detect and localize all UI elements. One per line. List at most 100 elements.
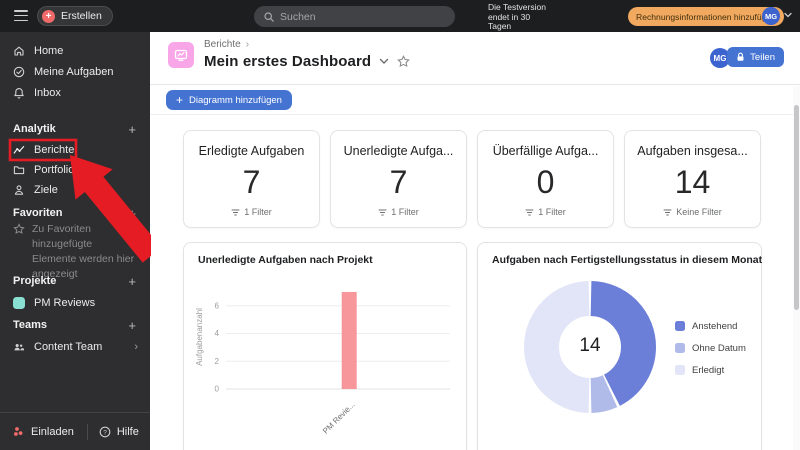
add-icon[interactable]: + [128, 318, 136, 333]
title-dropdown-chevron-icon[interactable] [379, 58, 389, 65]
help-button[interactable]: ? Hilfe [99, 426, 139, 438]
add-icon[interactable]: + [128, 206, 136, 221]
svg-text:6: 6 [215, 301, 220, 310]
sidebar-item-label: Home [34, 45, 64, 57]
sidebar-section-analytik: Analytik + [0, 120, 150, 138]
topbar: + Erstellen Suchen Die Testversion endet… [0, 0, 800, 32]
help-icon: ? [99, 426, 111, 437]
sidebar: Home Meine Aufgaben Inbox Analytik + Ber… [0, 32, 150, 450]
metric-title: Aufgaben insgesa... [637, 144, 748, 158]
metric-card-total[interactable]: Aufgaben insgesa... 14 Keine Filter [624, 130, 761, 228]
billing-info-button[interactable]: Rechnungsinformationen hinzufügen [628, 7, 784, 26]
help-label: Hilfe [116, 425, 139, 438]
user-avatar[interactable]: MG [762, 7, 780, 25]
add-chart-label: Diagramm hinzufügen [189, 94, 282, 106]
metric-title: Unerledigte Aufga... [343, 144, 454, 158]
sidebar-footer: Einladen ? Hilfe [0, 412, 150, 450]
metric-card-incomplete[interactable]: Unerledigte Aufga... 7 1 Filter [330, 130, 467, 228]
plus-icon: + [176, 93, 184, 107]
create-button[interactable]: + Erstellen [37, 6, 113, 26]
sidebar-item-berichte[interactable]: Berichte [0, 140, 150, 160]
share-button-label: Teilen [750, 51, 775, 63]
invite-dots-icon [14, 427, 23, 436]
filter-label: 1 Filter [538, 207, 566, 217]
section-label: Analytik [13, 123, 56, 135]
project-color-square [13, 297, 25, 309]
sidebar-item-home[interactable]: Home [0, 41, 150, 61]
lock-icon [737, 52, 744, 61]
svg-text:?: ? [103, 429, 107, 436]
donut-legend-swatch [675, 365, 685, 375]
metric-card-overdue[interactable]: Überfällige Aufga... 0 1 Filter [477, 130, 614, 228]
svg-text:2: 2 [215, 357, 220, 366]
metric-card-completed[interactable]: Erledigte Aufgaben 7 1 Filter [183, 130, 320, 228]
filter-icon [378, 209, 387, 215]
filter-label: 1 Filter [244, 207, 272, 217]
invite-label: Einladen [31, 425, 74, 438]
check-circle-icon [13, 66, 25, 78]
sidebar-item-label: Berichte [34, 144, 75, 156]
legend-item: Anstehend [675, 315, 746, 337]
invite-button[interactable]: Einladen [13, 426, 74, 438]
chart-title: Unerledigte Aufgaben nach Projekt [198, 254, 373, 266]
sidebar-item-pm-reviews[interactable]: PM Reviews [0, 293, 150, 313]
metric-filter[interactable]: 1 Filter [525, 207, 566, 217]
sidebar-item-ziele[interactable]: Ziele [0, 180, 150, 200]
donut-legend-swatch [675, 343, 685, 353]
create-button-label: Erstellen [61, 10, 102, 22]
sidebar-item-label: Ziele [34, 184, 58, 196]
team-icon [13, 341, 25, 353]
hamburger-menu-icon[interactable] [14, 10, 28, 22]
metric-value: 7 [389, 164, 408, 200]
sidebar-item-content-team[interactable]: Content Team › [0, 337, 150, 357]
sidebar-item-inbox[interactable]: Inbox [0, 83, 150, 103]
breadcrumb-item[interactable]: Berichte [204, 39, 241, 50]
sidebar-section-favoriten: Favoriten + [0, 204, 150, 222]
page-header: Berichte › Mein erstes Dashboard MG Teil… [150, 32, 800, 85]
favorite-star-icon[interactable] [397, 55, 411, 68]
filter-icon [525, 209, 534, 215]
svg-text:PM Revie...: PM Revie... [321, 400, 357, 436]
legend-item: Ohne Datum [675, 337, 746, 359]
star-icon [13, 223, 25, 234]
section-label: Favoriten [13, 207, 63, 219]
sidebar-section-projekte: Projekte + [0, 272, 150, 290]
sidebar-item-portfolios[interactable]: Portfolios [0, 160, 150, 180]
sidebar-item-my-tasks[interactable]: Meine Aufgaben [0, 62, 150, 82]
chart-title: Aufgaben nach Fertigstellungsstatus in d… [492, 254, 763, 266]
add-icon[interactable]: + [128, 274, 136, 289]
add-chart-button[interactable]: + Diagramm hinzufügen [166, 90, 292, 110]
legend-label: Erledigt [692, 364, 725, 376]
chevron-right-icon: › [245, 39, 250, 50]
search-icon [264, 11, 274, 22]
chevron-right-icon[interactable]: › [134, 341, 138, 353]
filter-icon [663, 209, 672, 215]
donut-chart-card[interactable]: Aufgaben nach Fertigstellungsstatus in d… [477, 242, 762, 450]
search-input[interactable]: Suchen [254, 6, 455, 27]
filter-label: 1 Filter [391, 207, 419, 217]
svg-text:0: 0 [215, 385, 220, 394]
dashboard-icon [168, 42, 194, 68]
trial-countdown-text: Die Testversion endet in 30 Tagen [488, 2, 546, 31]
metric-filter[interactable]: 1 Filter [378, 207, 419, 217]
add-icon[interactable]: + [128, 122, 136, 137]
donut-legend: Anstehend Ohne Datum Erledigt [675, 315, 746, 381]
plus-icon: + [42, 9, 55, 23]
sidebar-item-label: Meine Aufgaben [34, 66, 114, 78]
app-root: + Erstellen Suchen Die Testversion endet… [0, 0, 800, 450]
search-placeholder: Suchen [280, 10, 316, 23]
donut-total: 14 [579, 335, 601, 356]
chevron-down-icon[interactable] [784, 12, 792, 18]
metric-filter[interactable]: 1 Filter [231, 207, 272, 217]
legend-item: Erledigt [675, 359, 746, 381]
bar-chart-card[interactable]: Unerledigte Aufgaben nach Projekt 0 2 4 6 PM… [183, 242, 467, 450]
sidebar-item-label: Inbox [34, 87, 61, 99]
sidebar-item-label: Portfolios [34, 164, 80, 176]
share-button[interactable]: Teilen [727, 47, 784, 67]
line-chart-icon [13, 144, 25, 156]
scrollbar-thumb[interactable] [794, 105, 799, 310]
metric-filter[interactable]: Keine Filter [663, 207, 722, 217]
legend-label: Ohne Datum [692, 342, 746, 354]
donut-legend-swatch [675, 321, 685, 331]
breadcrumb[interactable]: Berichte › [204, 39, 249, 50]
